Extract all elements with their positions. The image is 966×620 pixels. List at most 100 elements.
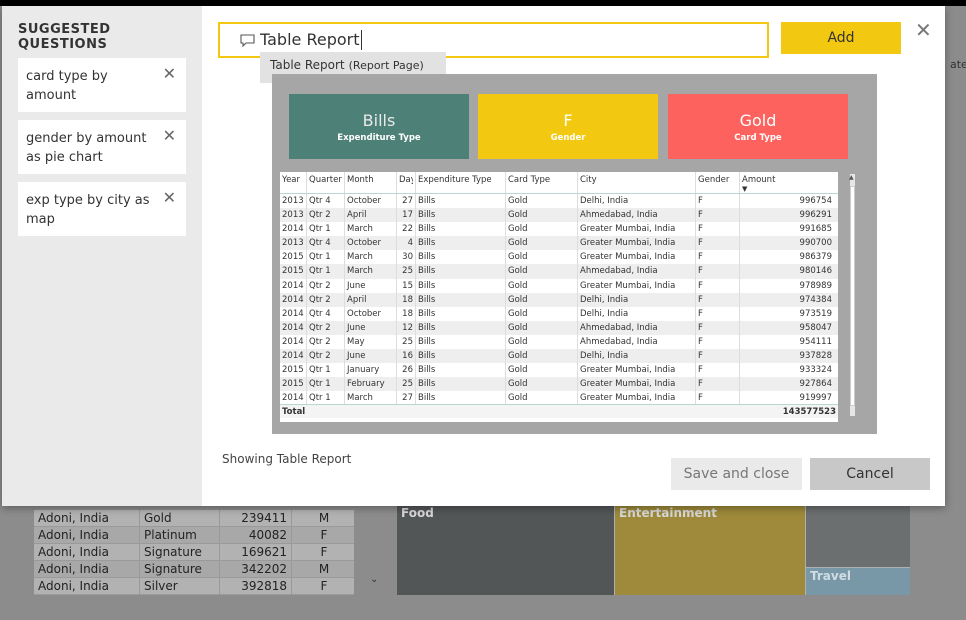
cell-day: 30 [397, 250, 416, 265]
cell-amount: 996754 [799, 196, 832, 206]
cell-card: Silver [140, 578, 220, 594]
cell-expenditure-type: Bills [416, 320, 506, 335]
table-scrollbar[interactable] [850, 174, 855, 416]
cell-amount: 933324 [799, 365, 832, 376]
cell-city: Adoni, India [34, 527, 140, 543]
cell-quarter: Qtr 2 [307, 208, 345, 223]
cell-day: 18 [397, 292, 416, 307]
cell-year: 2014 [280, 292, 307, 307]
column-header-day[interactable]: Day [397, 172, 416, 193]
cell-amount: 974384 [799, 294, 832, 305]
cell-expenditure-type: Bills [416, 349, 506, 364]
cell-city: Greater Mumbai, India [578, 363, 696, 378]
column-header-year[interactable]: Year [280, 172, 307, 193]
column-header-label: Day [399, 175, 413, 185]
chat-icon [240, 34, 255, 47]
suggested-question[interactable]: gender by amount as pie chart ✕ [18, 120, 186, 174]
close-icon[interactable]: ✕ [163, 64, 176, 83]
card-card-type: Gold Card Type [668, 94, 848, 159]
cell-quarter: Qtr 2 [307, 349, 345, 364]
cell-card-type: Gold [506, 264, 578, 279]
suggested-question[interactable]: card type by amount ✕ [18, 58, 186, 112]
column-header-expenditure-type[interactable]: Expenditure Type [416, 172, 506, 193]
column-header-label: Card Type [508, 175, 551, 185]
cell-year: 2015 [280, 264, 307, 279]
column-header-quarter[interactable]: Quarter [307, 172, 345, 193]
cell-month: April [345, 208, 397, 223]
card-value: F [563, 111, 573, 130]
cell-card-type: Gold [506, 363, 578, 378]
cell-expenditure-type: Bills [416, 377, 506, 392]
report-table: Year Quarter Month Day Expenditure Type Card … [280, 172, 838, 422]
table-row: 2013 Qtr 2 April 17 Bills Gold Ahmedabad, Indi… [280, 208, 838, 223]
background-table-row: Adoni, India Signature 169621 F [34, 544, 354, 561]
cell-amount: 40082 [220, 527, 292, 543]
cell-gender: F [320, 579, 328, 593]
scrollbar-thumb[interactable] [850, 186, 855, 406]
card-value: Gold [739, 111, 777, 130]
cell-quarter: Qtr 2 [307, 320, 345, 335]
close-dialog-icon[interactable]: ✕ [915, 18, 932, 42]
cell-card-type: Gold [506, 236, 578, 251]
total-value: 143577523 [782, 407, 836, 417]
cell-city: Ahmedabad, India [578, 334, 696, 350]
cell-amount: 986379 [799, 252, 832, 263]
column-header-label: Month [347, 175, 374, 185]
cell-quarter: Qtr 4 [307, 306, 345, 321]
column-header-label: Quarter [309, 175, 342, 185]
cell-gender: F [320, 528, 328, 542]
status-text: Showing Table Report [222, 452, 352, 466]
cell-gender: F [696, 377, 740, 392]
cell-gender: F [696, 334, 740, 350]
cell-expenditure-type: Bills [416, 264, 506, 279]
cell-city: Greater Mumbai, India [578, 377, 696, 392]
cell-expenditure-type: Bills [416, 222, 506, 237]
table-row: 2015 Qtr 1 March 30 Bills Gold Greater Mumbai,… [280, 250, 838, 265]
close-icon[interactable]: ✕ [163, 188, 176, 207]
cell-expenditure-type: Bills [416, 334, 506, 350]
column-header-amount[interactable]: Amount ▼ [740, 172, 834, 193]
column-header-gender[interactable]: Gender [696, 172, 740, 193]
cancel-button[interactable]: Cancel [810, 458, 930, 490]
treemap-entertainment: Entertainment [615, 505, 805, 595]
table-row: 2014 Qtr 2 May 25 Bills Gold Ahmedabad, India F… [280, 334, 838, 350]
cell-month: January [345, 363, 397, 378]
cell-amount: 392818 [220, 578, 292, 594]
sort-descending-icon: ▼ [742, 186, 748, 192]
column-header-label: Gender [698, 175, 730, 185]
suggested-question-text: card type by amount [26, 69, 108, 103]
cell-year: 2014 [280, 334, 307, 350]
column-header-month[interactable]: Month [345, 172, 397, 193]
suggested-question[interactable]: exp type by city as map ✕ [18, 182, 186, 236]
cell-month: October [345, 194, 397, 209]
suggestion-text: Table Report [270, 58, 345, 72]
cell-city: Adoni, India [34, 578, 140, 594]
table-row: 2014 Qtr 2 April 18 Bills Gold Delhi, India F 97… [280, 292, 838, 307]
cell-amount: 937828 [799, 351, 832, 362]
cell-month: October [345, 236, 397, 251]
cell-card-type: Gold [506, 377, 578, 392]
cell-amount: 973519 [799, 308, 832, 319]
cell-amount: 978989 [799, 280, 832, 291]
close-icon[interactable]: ✕ [163, 126, 176, 145]
cell-day: 25 [397, 377, 416, 392]
cell-gender: F [696, 264, 740, 279]
cell-city: Delhi, India [578, 306, 696, 321]
scroll-up-icon[interactable]: ▲ [849, 174, 854, 181]
column-header-card-type[interactable]: Card Type [506, 172, 578, 193]
qna-dialog: SUGGESTED QUESTIONS card type by amount … [2, 6, 945, 506]
table-row: 2014 Qtr 4 October 18 Bills Gold Delhi, India F… [280, 306, 838, 321]
card-expenditure-type: Bills Expenditure Type [289, 94, 469, 159]
cell-amount: 990700 [799, 238, 832, 249]
column-header-city[interactable]: City [578, 172, 696, 193]
cell-year: 2014 [280, 349, 307, 364]
cell-gender: M [318, 511, 330, 525]
cell-day: 25 [397, 334, 416, 350]
total-label: Total [282, 407, 306, 417]
add-button[interactable]: Add [781, 22, 901, 54]
cell-year: 2014 [280, 320, 307, 335]
card-value: Bills [362, 111, 396, 130]
save-and-close-button[interactable]: Save and close [671, 458, 802, 490]
cell-quarter: Qtr 1 [307, 264, 345, 279]
background-table-row: Adoni, India Signature 342202 M [34, 561, 354, 578]
